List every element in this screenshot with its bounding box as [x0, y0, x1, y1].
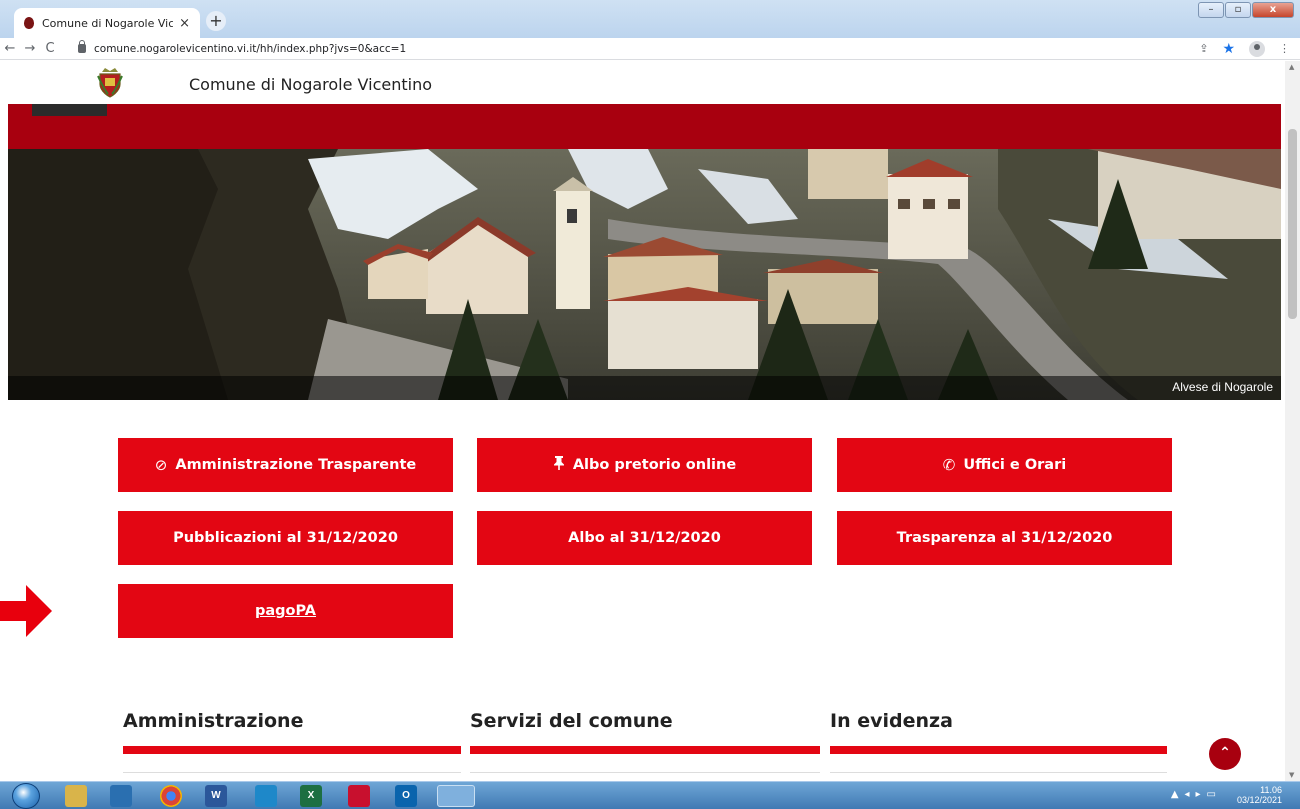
- section-separator: [123, 772, 461, 773]
- pagopa-button[interactable]: pagoPA: [118, 584, 453, 638]
- pubblicazioni-button[interactable]: Pubblicazioni al 31/12/2020: [118, 511, 453, 565]
- outlook-express-icon[interactable]: [110, 785, 132, 807]
- section-separator: [470, 772, 820, 773]
- browser-toolbar: ← → C comune.nogarolevicentino.vi.it/hh/…: [0, 38, 1300, 60]
- pagopa-label: pagoPA: [254, 603, 317, 619]
- amministrazione-trasparente-button[interactable]: ⊘ Amministrazione Trasparente: [118, 438, 453, 492]
- chrome-icon[interactable]: [160, 785, 182, 807]
- forward-icon[interactable]: →: [20, 41, 40, 56]
- browser-titlebar: Comune di Nogarole Vicentino × + – ▫ x: [0, 0, 1300, 38]
- section-amministrazione-title: Amministrazione: [123, 710, 304, 732]
- excel-icon[interactable]: X: [300, 785, 322, 807]
- page-scrollbar[interactable]: ▲ ▼: [1285, 61, 1300, 781]
- acrobat-icon[interactable]: [348, 785, 370, 807]
- reload-icon[interactable]: C: [40, 41, 60, 56]
- section-servizi-title: Servizi del comune: [470, 710, 673, 732]
- albo-pretorio-button[interactable]: Albo pretorio online: [477, 438, 812, 492]
- nav-dark-tab[interactable]: [32, 104, 107, 116]
- uffici-e-orari-label: Uffici e Orari: [963, 457, 1067, 473]
- hero-caption-bar: Alvese di Nogarole: [8, 376, 1281, 400]
- section-evidenza-underline: [830, 746, 1167, 754]
- compass-icon: ⊘: [154, 456, 168, 474]
- albo-2020-button[interactable]: Albo al 31/12/2020: [477, 511, 812, 565]
- start-button[interactable]: [12, 783, 40, 809]
- maximize-button[interactable]: ▫: [1225, 2, 1251, 18]
- albo-pretorio-label: Albo pretorio online: [572, 457, 737, 473]
- scroll-down-icon[interactable]: ▼: [1289, 771, 1294, 779]
- new-tab-button[interactable]: +: [206, 11, 226, 31]
- windows-taskbar: W X O ▲◂▸▭ 11.06 03/12/2021: [0, 781, 1300, 809]
- hero-image: [8, 149, 1281, 400]
- section-amministrazione-underline: [123, 746, 461, 754]
- tab-close-icon[interactable]: ×: [179, 16, 190, 31]
- window-controls: – ▫ x: [1197, 2, 1294, 18]
- uffici-e-orari-button[interactable]: ✆ Uffici e Orari: [837, 438, 1172, 492]
- clock-date: 03/12/2021: [1236, 795, 1282, 805]
- site-favicon: [24, 17, 34, 29]
- phone-icon: ✆: [942, 456, 956, 474]
- section-evidenza-title: In evidenza: [830, 710, 953, 732]
- back-to-top-button[interactable]: ⌃: [1209, 738, 1241, 770]
- profile-avatar[interactable]: [1249, 40, 1265, 57]
- minimize-button[interactable]: –: [1198, 2, 1224, 18]
- clock-time: 11.06: [1260, 785, 1282, 795]
- pushpin-icon: [553, 456, 565, 474]
- coat-of-arms-icon[interactable]: [97, 66, 123, 98]
- clock[interactable]: 11.06 03/12/2021: [1237, 785, 1282, 805]
- tab-title: Comune di Nogarole Vicentino: [42, 16, 174, 30]
- ie-icon[interactable]: [255, 785, 277, 807]
- browser-tab[interactable]: Comune di Nogarole Vicentino ×: [14, 8, 200, 38]
- browser-menu-icon[interactable]: ⋮: [1279, 42, 1290, 55]
- lock-icon: [78, 40, 86, 53]
- outlook-icon[interactable]: O: [395, 785, 417, 807]
- scroll-up-icon[interactable]: ▲: [1289, 63, 1294, 71]
- red-arrow-right-icon: [0, 585, 52, 637]
- address-bar[interactable]: comune.nogarolevicentino.vi.it/hh/index.…: [94, 43, 406, 55]
- back-icon[interactable]: ←: [0, 41, 20, 56]
- bookmark-star-icon[interactable]: ★: [1222, 41, 1235, 57]
- system-tray-icons[interactable]: ▲◂▸▭: [1171, 789, 1222, 800]
- ie-active-icon[interactable]: [437, 785, 475, 807]
- explorer-icon[interactable]: [65, 785, 87, 807]
- section-separator: [830, 772, 1167, 773]
- page-viewport: Comune di Nogarole Vicentino Alvese di N…: [0, 61, 1285, 781]
- share-icon[interactable]: ⇪: [1199, 42, 1208, 55]
- pubblicazioni-label: Pubblicazioni al 31/12/2020: [173, 530, 398, 546]
- trasparenza-2020-button[interactable]: Trasparenza al 31/12/2020: [837, 511, 1172, 565]
- amministrazione-trasparente-label: Amministrazione Trasparente: [175, 457, 417, 473]
- albo-2020-label: Albo al 31/12/2020: [568, 530, 721, 546]
- section-servizi-underline: [470, 746, 820, 754]
- main-navigation-bar: [8, 104, 1281, 149]
- word-icon[interactable]: W: [205, 785, 227, 807]
- trasparenza-2020-label: Trasparenza al 31/12/2020: [896, 530, 1113, 546]
- site-header: Comune di Nogarole Vicentino: [0, 61, 1285, 104]
- hero-caption: Alvese di Nogarole: [1172, 380, 1273, 394]
- site-name[interactable]: Comune di Nogarole Vicentino: [189, 75, 432, 94]
- close-window-button[interactable]: x: [1252, 2, 1294, 18]
- scrollbar-thumb[interactable]: [1288, 129, 1297, 319]
